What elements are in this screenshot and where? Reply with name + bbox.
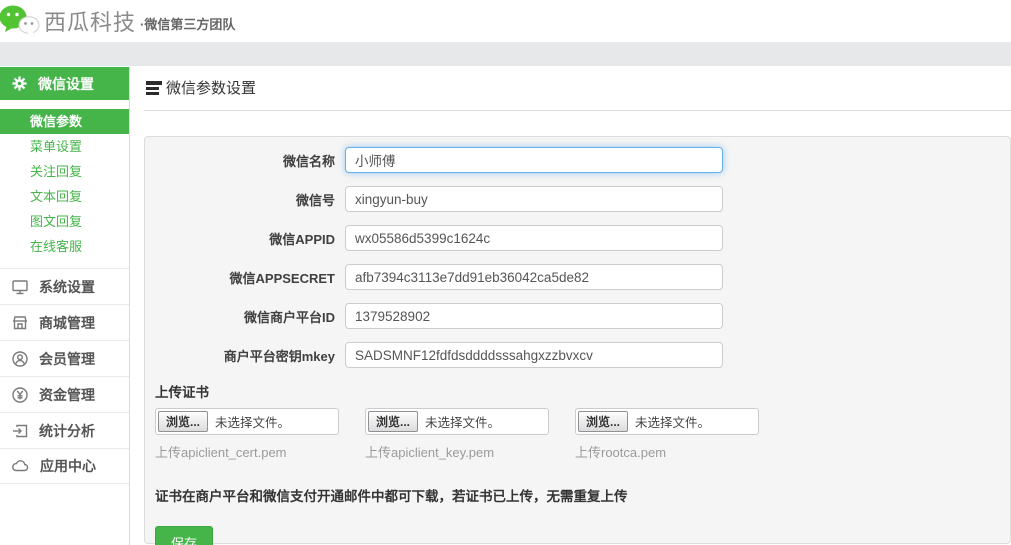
sidebar-item-label: 会员管理 — [39, 349, 95, 369]
appid-input[interactable] — [345, 225, 723, 251]
save-button[interactable]: 保存 — [155, 526, 213, 545]
upload-caption: 上传apiclient_key.pem — [365, 442, 549, 461]
sidebar-item-follow-reply[interactable]: 关注回复 — [0, 159, 129, 184]
store-icon — [11, 314, 29, 332]
field-label-appsecret: 微信APPSECRET — [155, 268, 345, 287]
no-file-selected-text: 未选择文件。 — [425, 412, 500, 431]
sidebar-item-wechat-params[interactable]: 微信参数 — [0, 109, 129, 134]
sidebar-item-wechat-settings[interactable]: 微信设置 — [0, 67, 129, 100]
apiclient-cert-file-input[interactable]: 浏览... 未选择文件。 — [155, 408, 339, 435]
sidebar-item-system-settings[interactable]: 系统设置 — [0, 268, 129, 304]
upload-apiclient-cert: 浏览... 未选择文件。 上传apiclient_cert.pem — [155, 408, 339, 461]
form-row: 微信APPID — [155, 225, 1000, 251]
sidebar-item-label: 统计分析 — [39, 421, 95, 441]
page-title-text: 微信参数设置 — [166, 77, 256, 98]
user-icon — [11, 350, 29, 368]
wechat-params-form-panel: 微信名称 微信号 微信APPID 微信APPSECRET 微信商户平台ID 商户… — [144, 136, 1011, 544]
browse-button[interactable]: 浏览... — [368, 411, 418, 432]
certificate-note: 证书在商户平台和微信支付开通邮件中都可下载，若证书已上传，无需重复上传 — [155, 485, 1000, 505]
sidebar-item-text-reply[interactable]: 文本回复 — [0, 184, 129, 209]
sidebar-item-statistics[interactable]: 统计分析 — [0, 412, 129, 448]
sidebar-item-member-management[interactable]: 会员管理 — [0, 340, 129, 376]
field-label-appid: 微信APPID — [155, 229, 345, 248]
form-row: 微信APPSECRET — [155, 264, 1000, 290]
upload-section-title: 上传证书 — [155, 381, 1000, 401]
app-header: 西瓜科技 ·微信第三方团队 — [0, 0, 1011, 42]
form-row: 微信商户平台ID — [155, 303, 1000, 329]
wechat-logo-icon — [0, 4, 42, 40]
sidebar-item-online-service[interactable]: 在线客服 — [0, 234, 129, 259]
sidebar-item-mall-management[interactable]: 商城管理 — [0, 304, 129, 340]
main-content: 微信参数设置 微信名称 微信号 微信APPID 微信APPSECRET 微信商户… — [130, 66, 1011, 545]
rootca-file-input[interactable]: 浏览... 未选择文件。 — [575, 408, 759, 435]
wechat-id-input[interactable] — [345, 186, 723, 212]
upload-apiclient-key: 浏览... 未选择文件。 上传apiclient_key.pem — [365, 408, 549, 461]
wechat-settings-submenu: 微信参数 菜单设置 关注回复 文本回复 图文回复 在线客服 — [0, 109, 129, 259]
browse-button[interactable]: 浏览... — [158, 411, 208, 432]
browse-button[interactable]: 浏览... — [578, 411, 628, 432]
gear-icon — [11, 75, 28, 92]
sidebar-item-label: 应用中心 — [40, 456, 96, 476]
field-label-wechat-name: 微信名称 — [155, 151, 345, 170]
upload-cert-section: 上传证书 浏览... 未选择文件。 上传apiclient_cert.pem 浏… — [155, 381, 1000, 461]
sidebar-item-app-center[interactable]: 应用中心 — [0, 448, 129, 484]
field-label-wechat-id: 微信号 — [155, 190, 345, 209]
sidebar-item-article-reply[interactable]: 图文回复 — [0, 209, 129, 234]
page-title: 微信参数设置 — [144, 66, 1011, 111]
sidebar: 微信设置 微信参数 菜单设置 关注回复 文本回复 图文回复 在线客服 系统设置 — [0, 66, 130, 545]
apiclient-key-file-input[interactable]: 浏览... 未选择文件。 — [365, 408, 549, 435]
sidebar-item-funds-management[interactable]: 资金管理 — [0, 376, 129, 412]
wechat-name-input[interactable] — [345, 147, 723, 173]
merchant-id-input[interactable] — [345, 303, 723, 329]
no-file-selected-text: 未选择文件。 — [215, 412, 290, 431]
appsecret-input[interactable] — [345, 264, 723, 290]
header-divider-band — [0, 42, 1011, 66]
field-label-mkey: 商户平台密钥mkey — [155, 346, 345, 365]
list-icon — [146, 81, 162, 95]
upload-caption: 上传rootca.pem — [575, 442, 759, 461]
monitor-icon — [11, 278, 29, 296]
sidebar-item-label: 系统设置 — [39, 277, 95, 297]
brand-name: 西瓜科技 — [44, 5, 136, 37]
sidebar-item-label: 资金管理 — [39, 385, 95, 405]
cloud-icon — [11, 457, 30, 475]
sidebar-item-menu-settings[interactable]: 菜单设置 — [0, 134, 129, 159]
stats-import-icon — [11, 422, 29, 440]
sidebar-item-label: 商城管理 — [39, 313, 95, 333]
field-label-merchant-id: 微信商户平台ID — [155, 307, 345, 326]
form-row: 微信号 — [155, 186, 1000, 212]
no-file-selected-text: 未选择文件。 — [635, 412, 710, 431]
mkey-input[interactable] — [345, 342, 723, 368]
yuan-icon — [11, 386, 29, 404]
form-row: 商户平台密钥mkey — [155, 342, 1000, 368]
upload-caption: 上传apiclient_cert.pem — [155, 442, 339, 461]
upload-rootca: 浏览... 未选择文件。 上传rootca.pem — [575, 408, 759, 461]
brand-subtitle: ·微信第三方团队 — [140, 14, 235, 33]
form-row: 微信名称 — [155, 147, 1000, 173]
sidebar-item-label: 微信设置 — [38, 74, 94, 94]
sidebar-sections: 系统设置 商城管理 会员管理 — [0, 268, 129, 484]
